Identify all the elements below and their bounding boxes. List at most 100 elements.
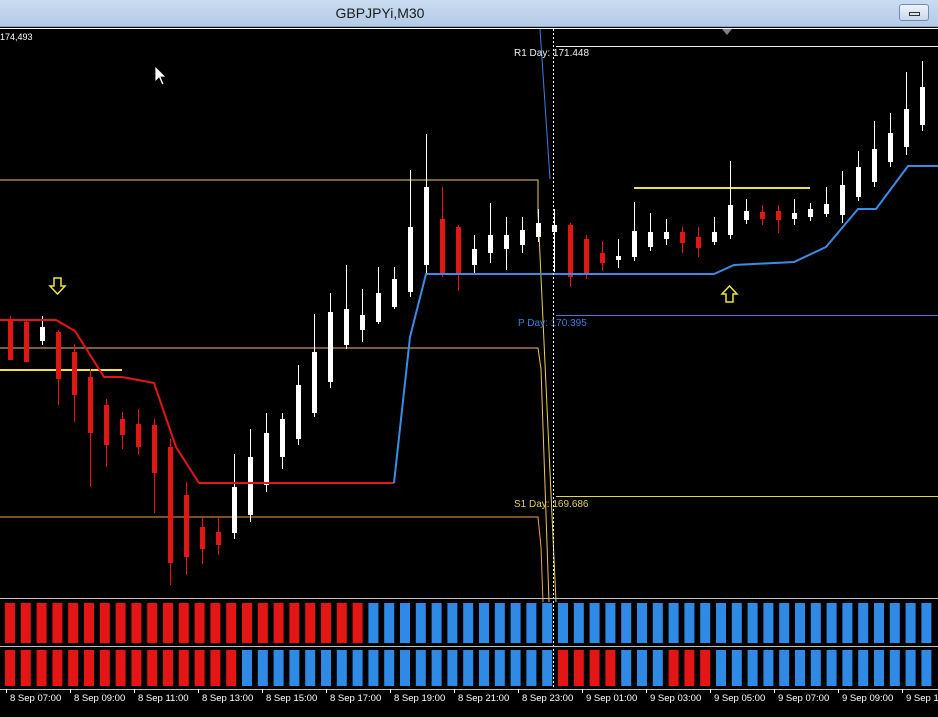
histogram-bar <box>242 603 252 643</box>
histogram-bar <box>68 650 78 686</box>
minimize-button[interactable] <box>899 4 929 21</box>
histogram-bar <box>574 650 584 686</box>
bullish-candle <box>504 217 509 270</box>
candle-body <box>920 87 925 125</box>
bearish-candle <box>696 227 701 257</box>
bullish-candle <box>520 217 525 253</box>
histogram-bar <box>858 650 868 686</box>
bullish-candle <box>664 219 669 245</box>
histogram-bar <box>52 603 62 643</box>
candle-body <box>184 495 189 557</box>
candle-body <box>744 211 749 220</box>
candle-body <box>856 167 861 197</box>
histogram-bar <box>116 650 126 686</box>
candle-body <box>840 185 845 215</box>
bullish-candle <box>248 429 253 522</box>
bullish-candle <box>264 413 269 492</box>
histogram-bar <box>669 603 679 643</box>
bearish-candle <box>760 205 765 225</box>
bearish-candle <box>200 517 205 564</box>
histogram-bar <box>605 650 615 686</box>
histogram-bar <box>447 650 457 686</box>
histogram-bar <box>732 603 742 643</box>
histogram-bar <box>637 603 647 643</box>
candle-body <box>888 133 893 162</box>
bullish-candle <box>632 202 637 261</box>
histogram-bar <box>779 603 789 643</box>
histogram-bar <box>700 650 710 686</box>
time-label: 9 Sep 07:00 <box>778 693 829 704</box>
bearish-candle <box>776 205 781 233</box>
histogram-bar <box>558 650 568 686</box>
histogram-bar <box>890 603 900 643</box>
bullish-candle <box>888 113 893 167</box>
time-label: 8 Sep 13:00 <box>202 693 253 704</box>
candles <box>8 61 925 585</box>
indicator1-histogram <box>5 603 931 643</box>
candle-body <box>216 532 221 545</box>
candle-body <box>760 212 765 219</box>
histogram-bar <box>68 603 78 643</box>
histogram-bar <box>21 603 31 643</box>
histogram-bar <box>842 603 852 643</box>
sell-arrow-icon <box>50 278 65 294</box>
candle-body <box>792 213 797 219</box>
candle-body <box>280 419 285 457</box>
time-label: 8 Sep 07:00 <box>10 693 61 704</box>
histogram-bar <box>116 603 126 643</box>
histogram-bar <box>289 650 299 686</box>
minimize-icon <box>909 12 920 16</box>
bullish-candle <box>824 187 829 217</box>
histogram-bar <box>416 603 426 643</box>
bullish-candle <box>808 203 813 221</box>
histogram-bar <box>100 650 110 686</box>
histogram-bar <box>700 603 710 643</box>
time-label: 9 Sep 09:00 <box>842 693 893 704</box>
bearish-candle <box>456 225 461 291</box>
bullish-candle <box>792 199 797 225</box>
candle-body <box>456 227 461 273</box>
histogram-bar <box>163 650 173 686</box>
histogram-bar <box>921 603 931 643</box>
bullish-candle <box>424 134 429 274</box>
candle-body <box>808 209 813 217</box>
histogram-bar <box>100 603 110 643</box>
bearish-candle <box>24 320 29 362</box>
histogram-bar <box>242 650 252 686</box>
price-chart[interactable]: 174,493 R1 Day: 171.448 P Day: 170.395 S… <box>0 27 938 712</box>
candle-body <box>712 232 717 242</box>
mouse-cursor-icon <box>155 66 166 85</box>
histogram-bar <box>795 650 805 686</box>
candle-body <box>600 253 605 263</box>
histogram-bar <box>526 650 536 686</box>
bearish-candle <box>8 316 13 360</box>
histogram-bar <box>400 650 410 686</box>
bearish-candle <box>184 482 189 575</box>
bearish-candle <box>568 223 573 287</box>
candle-body <box>904 109 909 147</box>
histogram-bar <box>131 603 141 643</box>
histogram-bar <box>811 603 821 643</box>
bearish-candle <box>56 330 61 405</box>
candle-body <box>120 419 125 435</box>
histogram-bar <box>748 650 758 686</box>
histogram-bar <box>779 650 789 686</box>
window-titlebar: GBPJPYi,M30 <box>0 0 938 27</box>
time-label: 9 Sep 01:00 <box>586 693 637 704</box>
candle-body <box>392 279 397 307</box>
bearish-candle <box>440 187 445 277</box>
candle-body <box>648 232 653 247</box>
candle-body <box>520 230 525 245</box>
candle-body <box>200 527 205 549</box>
candle-body <box>696 237 701 248</box>
time-label: 8 Sep 15:00 <box>266 693 317 704</box>
histogram-bar <box>195 603 205 643</box>
bullish-candle <box>392 267 397 309</box>
histogram-bar <box>321 650 331 686</box>
window-title: GBPJPYi,M30 <box>0 5 760 21</box>
candle-body <box>664 232 669 239</box>
bearish-candle <box>136 409 141 455</box>
candle-body <box>232 487 237 533</box>
candle-body <box>40 327 45 341</box>
histogram-bar <box>795 603 805 643</box>
